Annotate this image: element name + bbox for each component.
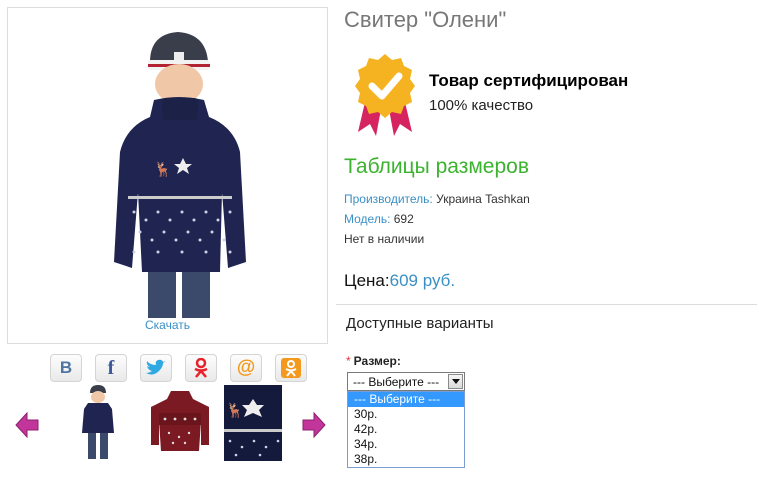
options-section-title: Доступные варианты	[346, 315, 494, 332]
certified-title: Товар сертифицирован	[429, 71, 629, 90]
price-label: Цена:	[344, 271, 390, 290]
svg-text:🦌: 🦌	[154, 161, 171, 178]
share-bar: В f @	[50, 354, 307, 382]
svg-text:🦌: 🦌	[226, 402, 243, 419]
size-option[interactable]: 42р.	[348, 422, 464, 437]
model-row: Модель: 692	[344, 212, 414, 226]
size-option[interactable]: 30р.	[348, 407, 464, 422]
odnoklassniki-icon[interactable]	[185, 354, 217, 382]
size-select[interactable]: --- Выберите ---	[347, 372, 465, 391]
availability-status: Нет в наличии	[344, 232, 425, 246]
mail-ru-icon[interactable]: @	[230, 354, 262, 382]
required-mark: *	[346, 354, 351, 368]
size-dropdown-list: --- Выберите --- 30р. 42р. 34р. 38р.	[347, 391, 465, 468]
manufacturer-value: Украина Tashkan	[436, 192, 530, 206]
price-value: 609 руб.	[389, 271, 456, 290]
model-label: Модель:	[344, 212, 391, 226]
size-select-value: --- Выберите ---	[353, 375, 440, 389]
odnoklassniki-orange-icon[interactable]	[275, 354, 307, 382]
divider	[336, 304, 757, 305]
sweater-photo[interactable]: 🦌	[94, 22, 264, 322]
product-title: Свитер "Олени"	[344, 7, 507, 32]
product-photo-frame: 🦌 Скачать	[7, 7, 328, 344]
size-table-link[interactable]: Таблицы размеров	[344, 155, 529, 179]
size-option[interactable]: --- Выберите ---	[348, 392, 464, 407]
size-label: * Размер:	[346, 354, 401, 368]
facebook-icon[interactable]: f	[95, 354, 127, 382]
arrow-right-icon[interactable]	[302, 412, 326, 438]
thumbnail-pattern-closeup[interactable]: 🦌	[224, 385, 282, 461]
certified-subtitle: 100% качество	[429, 97, 534, 114]
size-label-text: Размер:	[353, 354, 401, 368]
chevron-down-icon[interactable]	[448, 374, 463, 389]
size-option[interactable]: 38р.	[348, 452, 464, 467]
vk-icon[interactable]: В	[50, 354, 82, 382]
certified-badge-icon	[355, 54, 415, 136]
thumbnail-front[interactable]	[60, 385, 135, 461]
price-row: Цена:609 руб.	[344, 271, 455, 291]
model-value: 692	[393, 212, 414, 226]
twitter-icon[interactable]	[140, 354, 172, 382]
thumbnail-burgundy[interactable]	[143, 385, 218, 461]
size-option[interactable]: 34р.	[348, 437, 464, 452]
manufacturer-label[interactable]: Производитель:	[344, 192, 433, 206]
download-link[interactable]: Скачать	[8, 318, 327, 332]
arrow-left-icon[interactable]	[15, 412, 39, 438]
manufacturer-row: Производитель: Украина Tashkan	[344, 192, 530, 206]
